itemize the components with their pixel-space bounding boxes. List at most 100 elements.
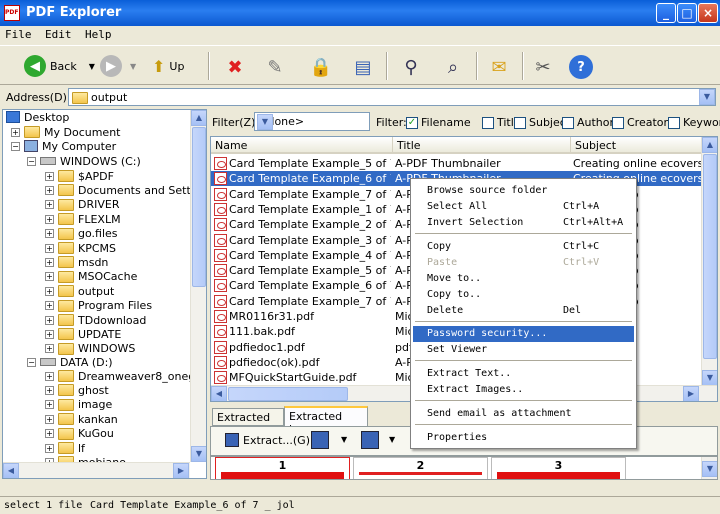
expand-icon[interactable]: + xyxy=(45,214,54,224)
address-dropdown-button[interactable]: ▼ xyxy=(699,89,715,105)
expand-icon[interactable]: + xyxy=(45,400,54,410)
menu-help[interactable]: Help xyxy=(80,26,117,43)
collapse-icon[interactable]: − xyxy=(27,156,36,166)
extract-button[interactable]: Extract...(G) xyxy=(225,433,310,447)
tree-item-folder[interactable]: + go.files xyxy=(45,227,118,241)
preview-page[interactable]: 3 xyxy=(491,457,626,479)
menu-item-copy[interactable]: Copy Ctrl+C xyxy=(413,239,634,255)
tree-item-folder[interactable]: + kankan xyxy=(45,412,118,426)
column-header-name[interactable]: Name xyxy=(211,137,393,154)
expand-icon[interactable]: + xyxy=(45,443,54,453)
filter-dropdown-icon[interactable]: ▼ xyxy=(257,114,273,130)
scroll-thumb[interactable] xyxy=(192,127,206,287)
minimize-button[interactable]: _ xyxy=(656,3,676,23)
scroll-thumb[interactable] xyxy=(703,154,717,359)
expand-icon[interactable]: + xyxy=(45,286,54,296)
file-list-vertical-scrollbar[interactable]: ▲ ▼ xyxy=(701,137,717,386)
menu-item-password-security[interactable]: Password security... xyxy=(413,326,634,342)
column-header-title[interactable]: Title xyxy=(393,137,571,154)
save-all-dropdown-icon[interactable]: ▼ xyxy=(389,435,395,444)
menu-file[interactable]: File xyxy=(0,26,37,43)
scroll-thumb[interactable] xyxy=(228,387,348,401)
scroll-left-button[interactable]: ◀ xyxy=(3,463,19,478)
maximize-button[interactable]: □ xyxy=(677,3,697,23)
search-icon[interactable]: ⚲ xyxy=(398,54,424,80)
expand-icon[interactable]: + xyxy=(45,243,54,253)
expand-icon[interactable]: + xyxy=(45,301,54,311)
preview-page[interactable]: 2 xyxy=(353,457,488,479)
tree-item-folder[interactable]: + lf xyxy=(45,441,85,455)
save-as-dropdown-icon[interactable]: ▼ xyxy=(341,435,347,444)
tab-extracted-text[interactable]: Extracted Text xyxy=(212,408,284,437)
tree-item-desktop[interactable]: Desktop xyxy=(6,110,69,124)
tree-item-windows-drive[interactable]: − WINDOWS (C:) xyxy=(27,154,141,168)
menu-item-invert-selection[interactable]: Invert Selection Ctrl+Alt+A xyxy=(413,215,634,231)
tree-item-folder[interactable]: + WINDOWS xyxy=(45,342,135,356)
tree-item-folder[interactable]: + $APDF xyxy=(45,169,114,183)
tree-item-folder[interactable]: + UPDATE xyxy=(45,327,121,341)
filter-checkbox[interactable]: Author xyxy=(562,116,614,129)
close-button[interactable]: × xyxy=(698,3,718,23)
expand-icon[interactable]: + xyxy=(45,229,54,239)
file-row[interactable]: Card Template Example_5 of 7 _ ... A-PDF … xyxy=(211,156,703,171)
expand-icon[interactable]: + xyxy=(45,171,54,181)
expand-icon[interactable]: + xyxy=(45,200,54,210)
scroll-right-button[interactable]: ▶ xyxy=(173,463,189,478)
expand-icon[interactable]: + xyxy=(45,272,54,282)
scroll-down-button[interactable]: ▼ xyxy=(702,461,717,477)
menu-item-delete[interactable]: Delete Del xyxy=(413,303,634,319)
checkbox-icon[interactable]: ✓ xyxy=(406,116,418,129)
address-input[interactable]: output ▼ xyxy=(68,88,716,106)
tree-item-folder[interactable]: + output xyxy=(45,284,114,298)
filter-checkbox[interactable]: ✓ Filename xyxy=(406,116,471,129)
collapse-icon[interactable]: − xyxy=(11,141,20,151)
scroll-up-button[interactable]: ▲ xyxy=(191,110,206,126)
tree-item-folder[interactable]: + Documents and Settings xyxy=(45,183,206,197)
lock-icon[interactable]: 🔒 xyxy=(308,54,334,80)
checkbox-icon[interactable] xyxy=(612,116,624,129)
tab-extracted-image[interactable]: Extracted image xyxy=(284,406,368,436)
forward-dropdown-icon[interactable]: ▼ xyxy=(130,62,136,71)
checkbox-icon[interactable] xyxy=(668,116,680,129)
save-as-icon[interactable] xyxy=(311,431,329,449)
tree-item-data-drive[interactable]: − DATA (D:) xyxy=(27,355,113,369)
forward-button[interactable]: ▶ ▼ xyxy=(100,50,136,82)
tree-vertical-scrollbar[interactable]: ▲ ▼ xyxy=(190,110,206,462)
checkbox-icon[interactable] xyxy=(482,116,494,129)
image-preview[interactable]: 1 2 3 ▼ xyxy=(210,456,718,480)
preview-page[interactable]: 1 xyxy=(215,457,350,479)
scroll-up-button[interactable]: ▲ xyxy=(702,137,717,153)
menu-item-properties[interactable]: Properties xyxy=(413,430,634,446)
properties-icon[interactable]: ▤ xyxy=(350,54,376,80)
filter-checkbox[interactable]: Keyword xyxy=(668,116,720,129)
expand-icon[interactable]: + xyxy=(45,385,54,395)
up-button[interactable]: ⬆ Up xyxy=(152,50,184,82)
menu-edit[interactable]: Edit xyxy=(40,26,77,43)
collapse-icon[interactable]: − xyxy=(27,357,36,367)
filter-checkbox[interactable]: Creator xyxy=(612,116,668,129)
menu-item-copy-to[interactable]: Copy to.. xyxy=(413,287,634,303)
expand-icon[interactable]: + xyxy=(45,429,54,439)
menu-item-send-email-attachment[interactable]: Send email as attachment xyxy=(413,406,634,422)
menu-item-move-to[interactable]: Move to.. xyxy=(413,271,634,287)
tree-item-my-document[interactable]: + My Document xyxy=(11,125,120,139)
menu-item-extract-text[interactable]: Extract Text.. xyxy=(413,366,634,382)
checkbox-icon[interactable] xyxy=(514,116,526,129)
expand-icon[interactable]: + xyxy=(45,329,54,339)
tree-item-folder[interactable]: + MSOCache xyxy=(45,270,137,284)
expand-icon[interactable]: + xyxy=(45,185,54,195)
expand-icon[interactable]: + xyxy=(45,257,54,267)
tree-item-folder[interactable]: + msdn xyxy=(45,255,108,269)
folder-tree[interactable]: Desktop + My Document − My Computer − WI… xyxy=(2,109,207,479)
save-all-icon[interactable] xyxy=(361,431,379,449)
expand-icon[interactable]: + xyxy=(45,344,54,354)
expand-icon[interactable]: + xyxy=(45,315,54,325)
tree-item-folder[interactable]: + image xyxy=(45,398,112,412)
help-icon[interactable]: ? xyxy=(568,54,594,80)
menu-item-browse-source-folder[interactable]: Browse source folder xyxy=(413,183,634,199)
settings-tools-icon[interactable]: ✂ xyxy=(530,54,556,80)
zoom-view-icon[interactable]: ⌕ xyxy=(440,54,466,80)
tree-item-folder[interactable]: + DRIVER xyxy=(45,198,119,212)
tree-item-folder[interactable]: + ghost xyxy=(45,383,109,397)
tree-item-my-computer[interactable]: − My Computer xyxy=(11,139,116,153)
